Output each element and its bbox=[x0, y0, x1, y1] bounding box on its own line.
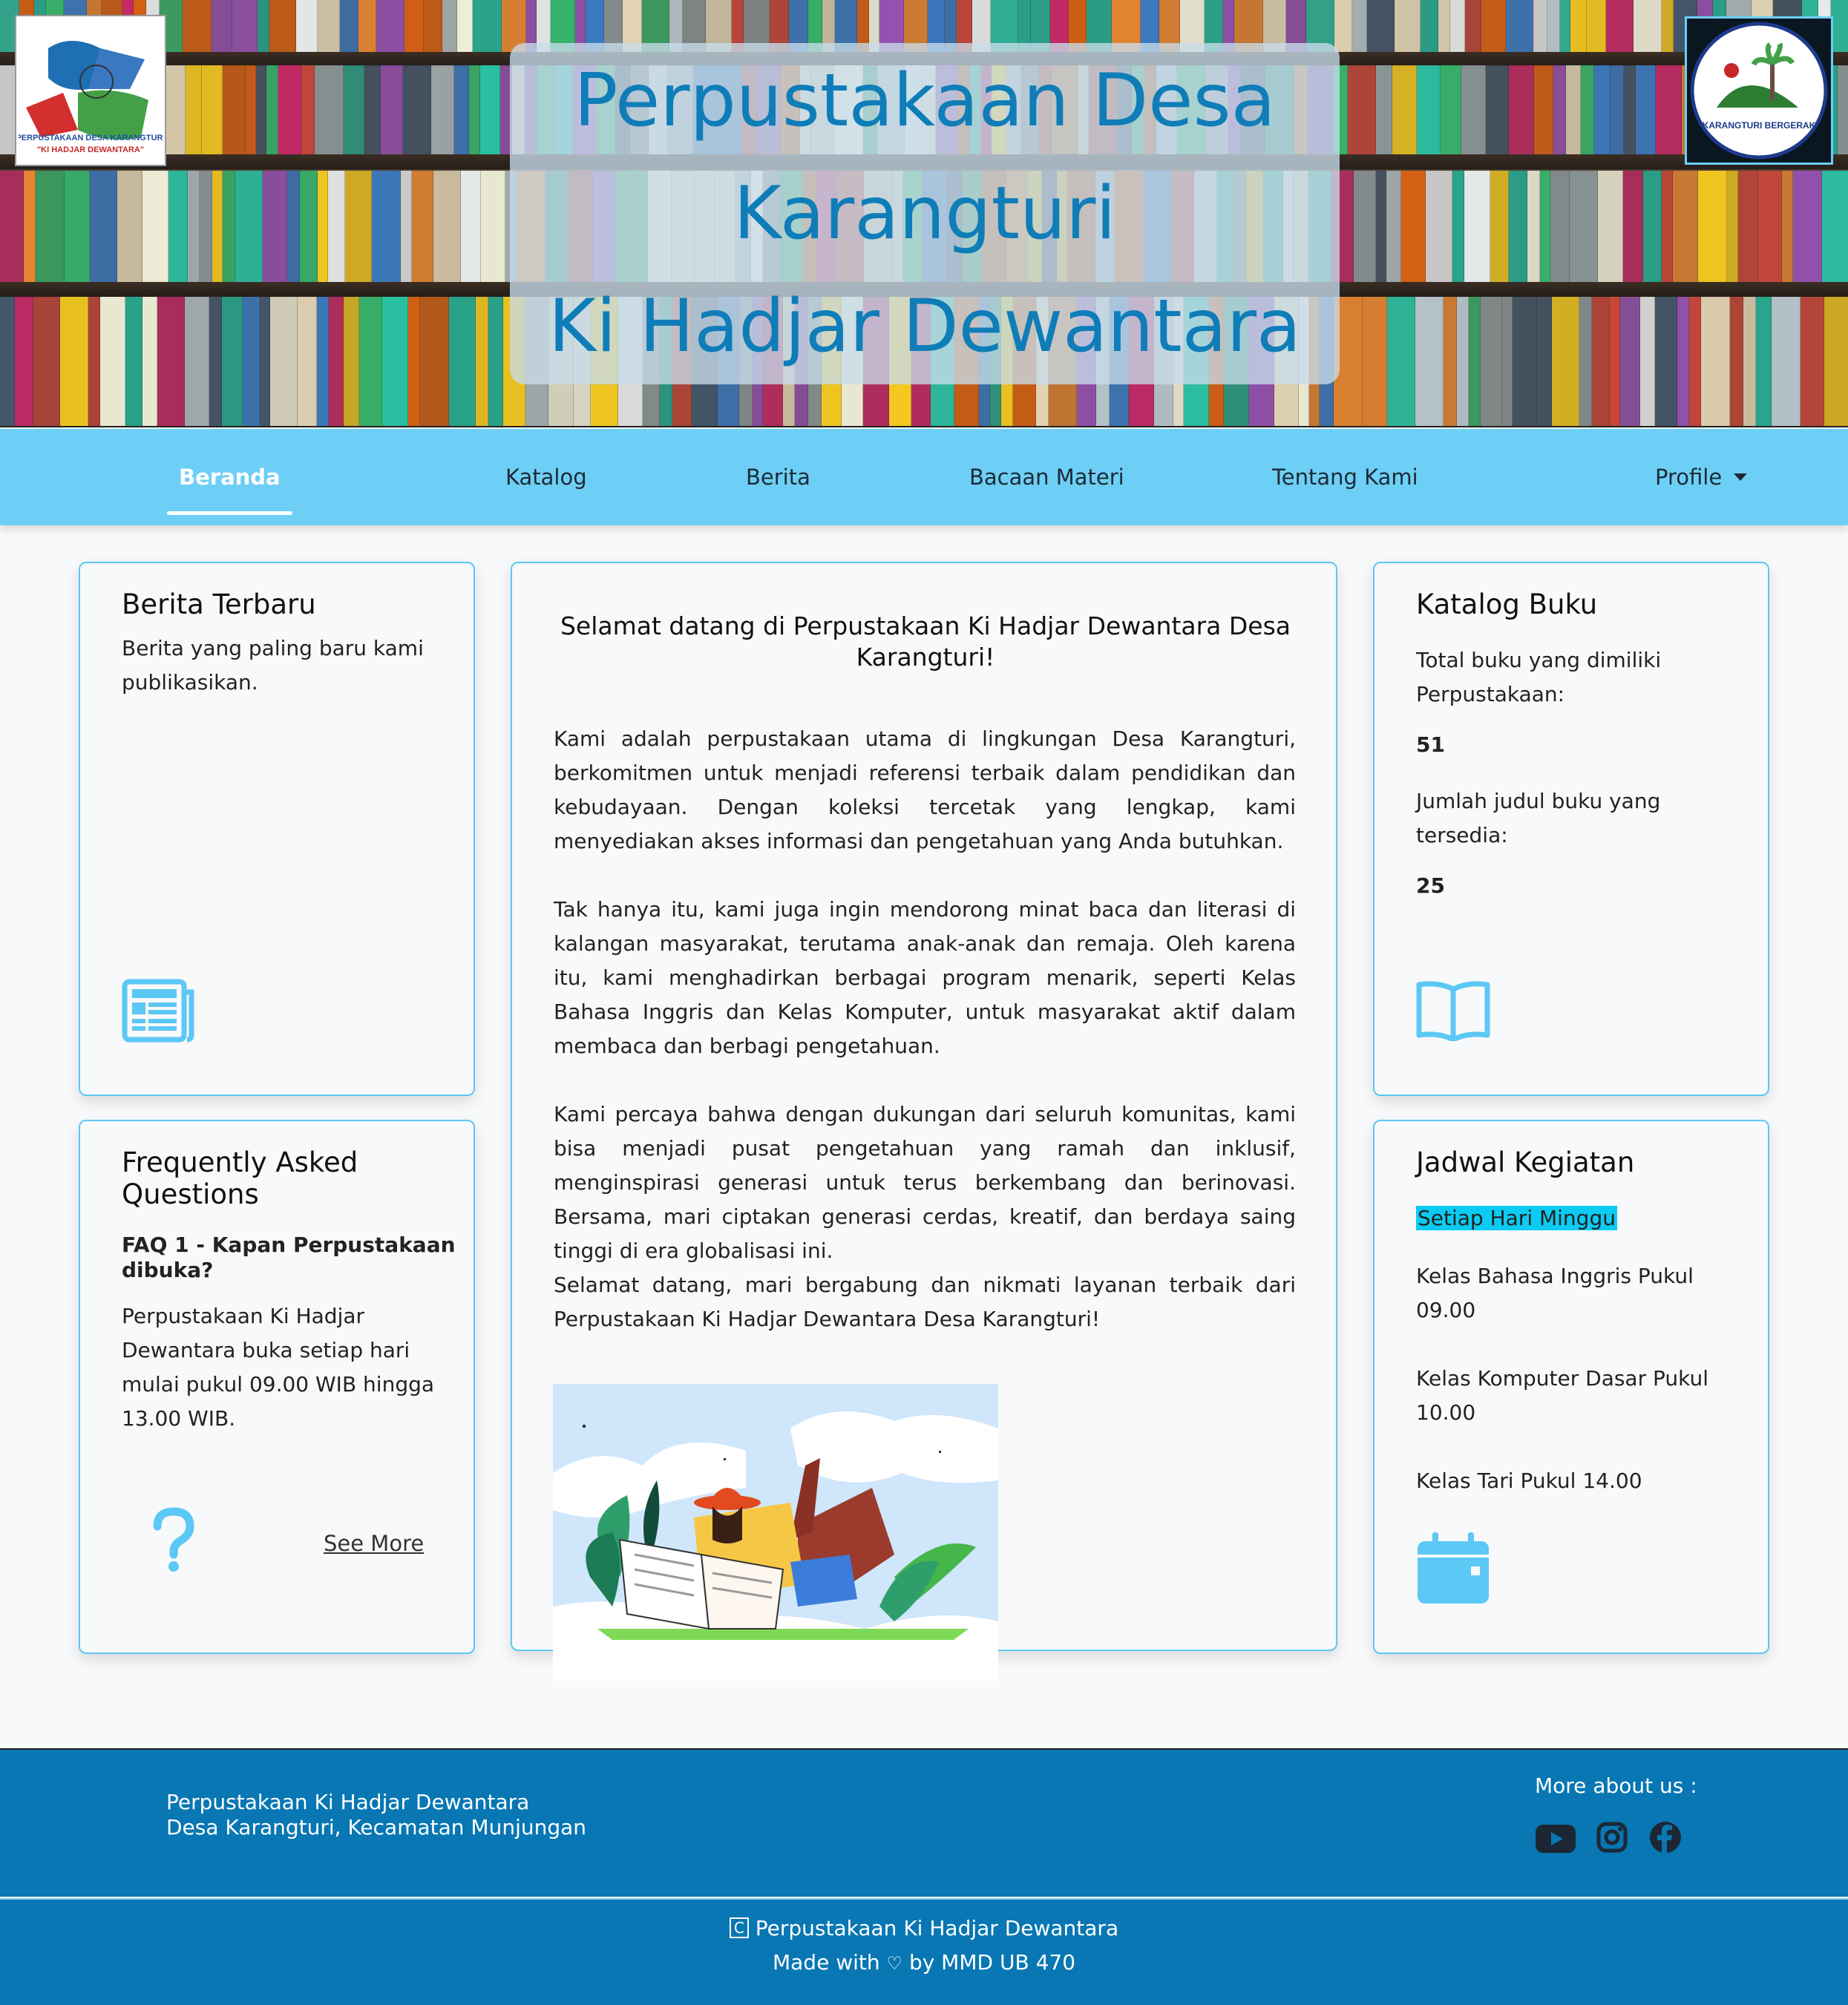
jadwal-card: Jadwal Kegiatan Setiap Hari Minggu Kelas… bbox=[1373, 1120, 1769, 1654]
hero-header: PERPUSTAKAAN DESA KARANGTURI "KI HADJAR … bbox=[0, 0, 1848, 427]
footer-address: Desa Karangturi, Kecamatan Munjungan bbox=[166, 1815, 587, 1840]
hero-title-line-1: Perpustakaan Desa bbox=[574, 59, 1276, 143]
village-logo: KARANGTURI BERGERAK bbox=[1685, 16, 1833, 165]
katalog-card[interactable]: Katalog Buku Total buku yang dimiliki Pe… bbox=[1373, 562, 1769, 1096]
jadwal-item-2-line-2: 10.00 bbox=[1416, 1400, 1476, 1425]
nav-profile-dropdown[interactable]: Profile bbox=[1655, 429, 1748, 525]
jadwal-highlight: Setiap Hari Minggu bbox=[1416, 1201, 1617, 1236]
katalog-judul-label-line-1: Jumlah judul buku yang bbox=[1416, 789, 1661, 813]
jadwal-item-2-line-1: Kelas Komputer Dasar Pukul bbox=[1416, 1366, 1709, 1391]
footer-main: Perpustakaan Ki Hadjar Dewantara Desa Ka… bbox=[0, 1748, 1848, 1897]
faq-see-more-link[interactable]: See More bbox=[324, 1531, 424, 1556]
footer-made-with-prefix: Made with bbox=[772, 1950, 880, 1975]
footer-made-with: Made with ♡ by MMD UB 470 bbox=[0, 1950, 1848, 1975]
footer-bottom: C Perpustakaan Ki Hadjar Dewantara Made … bbox=[0, 1898, 1848, 2005]
newspaper-icon bbox=[122, 979, 194, 1043]
jadwal-title: Jadwal Kegiatan bbox=[1416, 1146, 1635, 1178]
welcome-title-line-1: Selamat datang di Perpustakaan Ki Hadjar… bbox=[560, 611, 1291, 640]
nav-bacaan-materi[interactable]: Bacaan Materi bbox=[969, 429, 1124, 525]
open-book-icon bbox=[1416, 981, 1490, 1041]
library-logo-image: PERPUSTAKAAN DESA KARANGTURI "KI HADJAR … bbox=[16, 19, 166, 163]
caret-down-icon bbox=[1734, 473, 1748, 481]
jadwal-highlight-text: Setiap Hari Minggu bbox=[1416, 1206, 1617, 1230]
svg-text:PERPUSTAKAAN DESA KARANGTURI: PERPUSTAKAAN DESA KARANGTURI bbox=[19, 134, 163, 142]
welcome-paragraph-3: Kami percaya bahwa dengan dukungan dari … bbox=[554, 1102, 1296, 1263]
question-icon bbox=[153, 1507, 194, 1572]
faq-card: Frequently Asked Questions FAQ 1 - Kapan… bbox=[79, 1120, 475, 1654]
main-navbar: Beranda Katalog Berita Bacaan Materi Ten… bbox=[0, 429, 1848, 525]
facebook-icon[interactable] bbox=[1649, 1821, 1682, 1854]
faq-answer-line-1: Perpustakaan Ki Hadjar bbox=[122, 1304, 365, 1328]
heart-icon: ♡ bbox=[886, 1953, 903, 1974]
welcome-paragraph-2: Tak hanya itu, kami juga ingin mendorong… bbox=[554, 897, 1296, 1058]
faq-question-line-1: FAQ 1 - Kapan Perpustakaan bbox=[122, 1233, 456, 1257]
reading-illustration bbox=[553, 1384, 998, 1681]
youtube-icon[interactable] bbox=[1535, 1824, 1576, 1854]
village-logo-image: KARANGTURI BERGERAK bbox=[1687, 19, 1831, 163]
nav-tentang-kami[interactable]: Tentang Kami bbox=[1272, 429, 1418, 525]
jadwal-item-3: Kelas Tari Pukul 14.00 bbox=[1416, 1469, 1642, 1493]
faq-answer-line-2: Dewantara buka setiap hari bbox=[122, 1338, 410, 1362]
copyright-icon: C bbox=[729, 1917, 749, 1938]
nav-beranda[interactable]: Beranda bbox=[167, 429, 292, 525]
welcome-paragraph-1: Kami adalah perpustakaan utama di lingku… bbox=[554, 726, 1296, 853]
instagram-icon[interactable] bbox=[1596, 1821, 1628, 1854]
calendar-icon bbox=[1418, 1532, 1489, 1604]
berita-desc-line-1: Berita yang paling baru kami bbox=[122, 636, 424, 660]
footer-made-with-suffix: by MMD UB 470 bbox=[908, 1950, 1076, 1975]
hero-title-line-3: Ki Hadjar Dewantara bbox=[548, 284, 1302, 369]
footer-more-about: More about us : bbox=[1535, 1773, 1697, 1798]
berita-card[interactable]: Berita Terbaru Berita yang paling baru k… bbox=[79, 562, 475, 1096]
library-logo: PERPUSTAKAAN DESA KARANGTURI "KI HADJAR … bbox=[16, 16, 166, 165]
hero-title-line-2: Karangturi bbox=[733, 171, 1116, 256]
welcome-title-line-2: Karangturi! bbox=[856, 643, 995, 672]
katalog-total-label-line-2: Perpustakaan: bbox=[1416, 682, 1565, 706]
welcome-paragraph-4: Selamat datang, mari bergabung dan nikma… bbox=[554, 1273, 1296, 1331]
faq-title-line-2: Questions bbox=[122, 1178, 259, 1210]
katalog-judul-label-line-2: tersedia: bbox=[1416, 823, 1508, 847]
svg-text:KARANGTURI BERGERAK: KARANGTURI BERGERAK bbox=[1703, 120, 1816, 131]
footer-copyright: C Perpustakaan Ki Hadjar Dewantara bbox=[0, 1916, 1848, 1940]
nav-profile-label: Profile bbox=[1655, 465, 1723, 490]
faq-question-line-2: dibuka? bbox=[122, 1258, 214, 1282]
berita-desc-line-2: publikasikan. bbox=[122, 670, 258, 695]
faq-answer-line-3: mulai pukul 09.00 WIB hingga bbox=[122, 1372, 435, 1397]
faq-title-line-1: Frequently Asked bbox=[122, 1146, 358, 1178]
berita-title: Berita Terbaru bbox=[122, 588, 316, 620]
faq-answer-line-4: 13.00 WIB. bbox=[122, 1406, 236, 1431]
nav-katalog[interactable]: Katalog bbox=[505, 429, 587, 525]
katalog-total-label-line-1: Total buku yang dimiliki bbox=[1416, 648, 1662, 672]
katalog-title: Katalog Buku bbox=[1416, 588, 1598, 620]
jadwal-item-1-line-2: 09.00 bbox=[1416, 1298, 1476, 1322]
footer-copyright-text: Perpustakaan Ki Hadjar Dewantara bbox=[755, 1916, 1119, 1940]
katalog-total-value: 51 bbox=[1416, 732, 1445, 757]
katalog-judul-value: 25 bbox=[1416, 873, 1445, 898]
nav-berita[interactable]: Berita bbox=[746, 429, 810, 525]
jadwal-item-1-line-1: Kelas Bahasa Inggris Pukul bbox=[1416, 1264, 1694, 1288]
svg-text:"KI HADJAR DEWANTARA": "KI HADJAR DEWANTARA" bbox=[37, 145, 144, 154]
footer-library-name: Perpustakaan Ki Hadjar Dewantara bbox=[166, 1790, 530, 1814]
hero-title-box: Perpustakaan Desa Karangturi Ki Hadjar D… bbox=[510, 43, 1340, 384]
